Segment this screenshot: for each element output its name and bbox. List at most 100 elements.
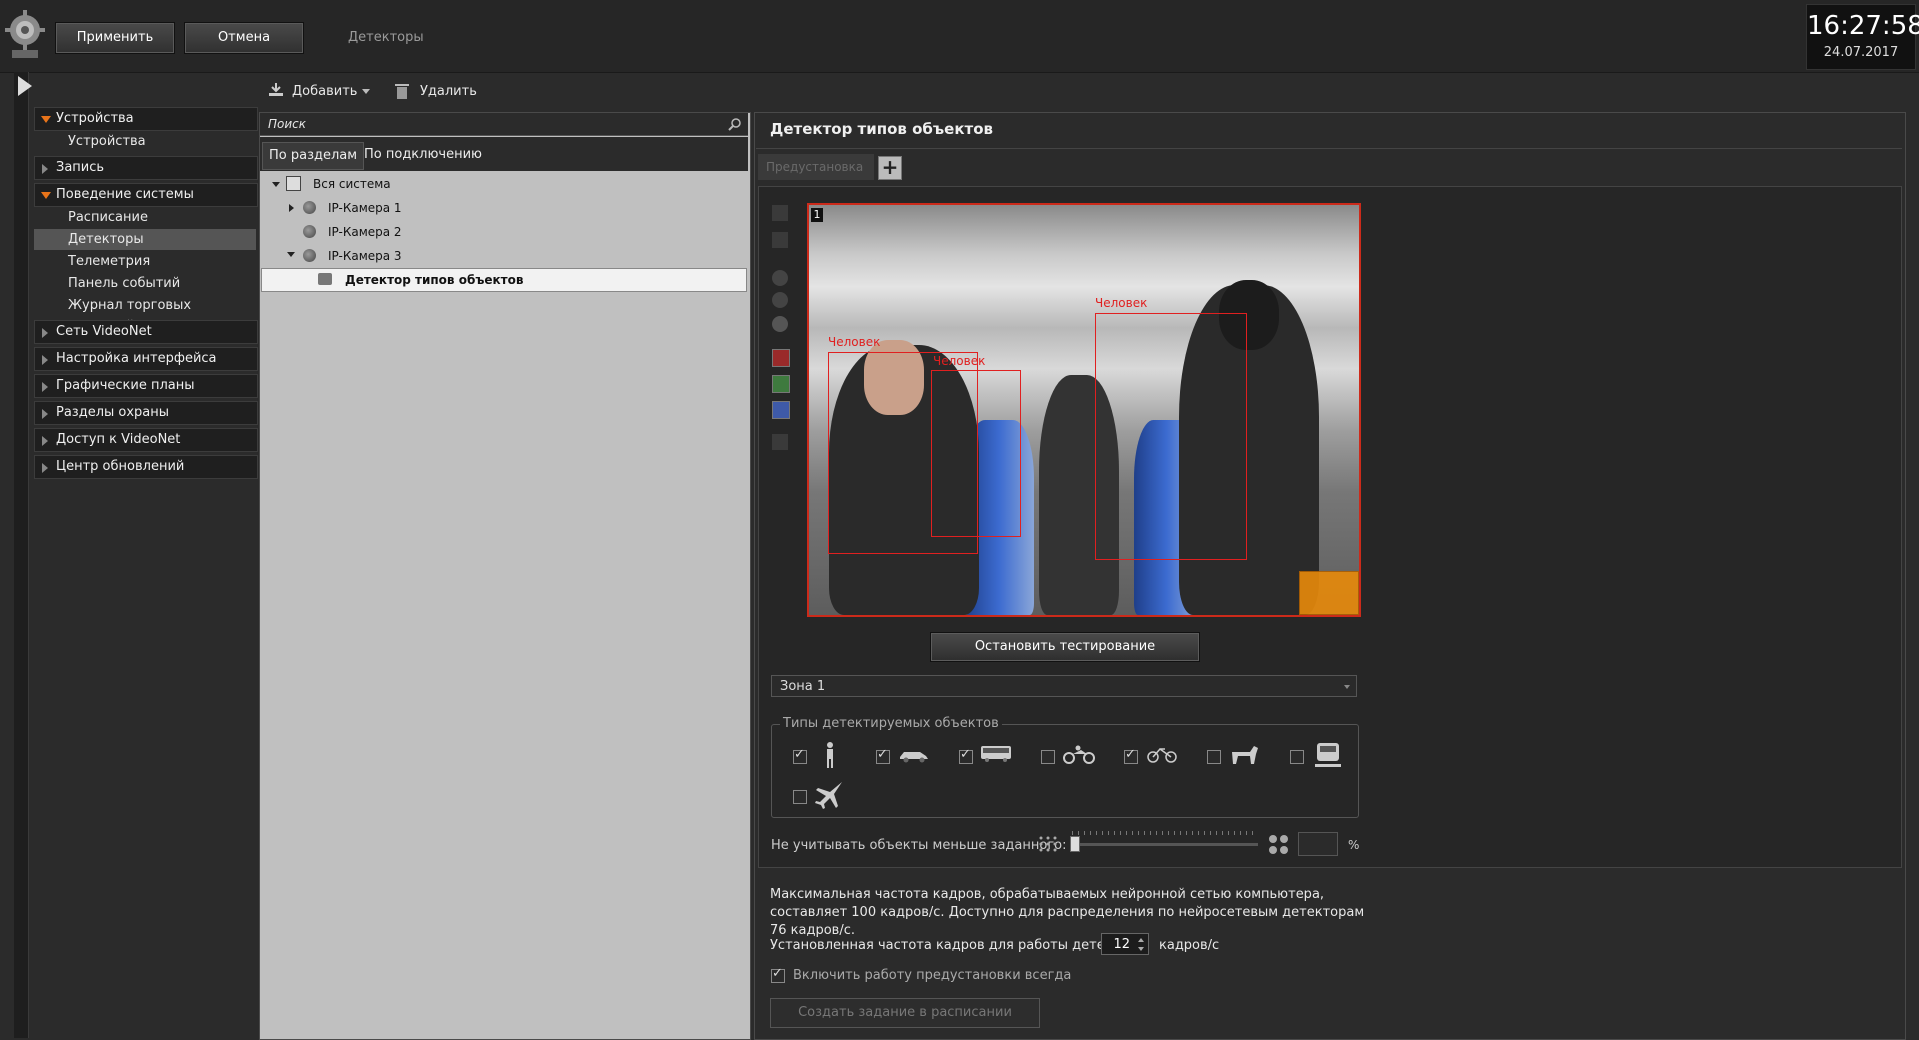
checkbox-car[interactable] xyxy=(876,747,890,764)
nav-item-devices[interactable]: Устройства xyxy=(34,131,256,152)
min-size-input[interactable] xyxy=(1298,832,1338,856)
train-icon xyxy=(1315,743,1341,767)
fill-tool-icon[interactable] xyxy=(772,316,788,332)
checkbox-dog[interactable] xyxy=(1207,750,1221,764)
green-zone-icon[interactable] xyxy=(772,375,790,393)
expand-arrow-icon[interactable] xyxy=(287,252,295,257)
collapsed-arrow-icon[interactable] xyxy=(289,204,294,212)
nav-item-telemetry[interactable]: Телеметрия xyxy=(34,251,256,272)
search-input[interactable]: Поиск xyxy=(260,113,748,136)
tool-icon-2[interactable] xyxy=(772,232,788,248)
zone-resize-handle[interactable] xyxy=(1299,571,1359,615)
nav-item-event-panel[interactable]: Панель событий xyxy=(34,273,256,294)
min-size-label: Не учитывать объекты меньше заданного: xyxy=(771,838,1067,853)
min-size-slider[interactable] xyxy=(1072,843,1258,846)
add-preset-button[interactable]: + xyxy=(878,156,902,180)
blue-zone-icon[interactable] xyxy=(772,401,790,419)
nav-section-label: Доступ к VideoNet xyxy=(56,432,181,447)
nav-item-label: Панель событий xyxy=(68,276,181,291)
circle-tool-icon[interactable] xyxy=(772,292,788,308)
chart-tool-icon[interactable] xyxy=(772,434,788,450)
nav-item-label: Детекторы xyxy=(68,232,144,247)
camera-preview[interactable]: Человек Человек Человек 1 xyxy=(807,203,1361,617)
nav-section-security-zones[interactable]: Разделы охраны xyxy=(34,401,258,425)
nav-section-recording[interactable]: Запись xyxy=(34,156,258,180)
nav-item-label: Телеметрия xyxy=(68,254,151,269)
divider xyxy=(756,148,1902,149)
checkbox-train[interactable] xyxy=(1290,750,1304,764)
nav-item-detectors[interactable]: Детекторы xyxy=(34,229,256,250)
nav-item-trade-journal[interactable]: Журнал торговых операций xyxy=(34,295,256,334)
small-dots-icon xyxy=(1039,836,1057,852)
camera-globe-icon xyxy=(303,225,316,238)
preset-tab[interactable]: Предустановка 1 xyxy=(758,154,874,200)
nav-section-system-behavior[interactable]: Поведение системы xyxy=(34,183,258,207)
checkbox-bicycle[interactable] xyxy=(1124,747,1138,764)
search-icon[interactable] xyxy=(728,117,742,131)
checkbox-bus[interactable] xyxy=(959,747,973,764)
slider-thumb[interactable] xyxy=(1070,836,1080,852)
apply-button[interactable]: Применить xyxy=(55,22,175,54)
nav-item-label: Устройства xyxy=(68,134,146,149)
zone-select[interactable]: Зона 1 xyxy=(771,675,1357,697)
object-types-legend: Типы детектируемых объектов xyxy=(780,716,1002,731)
expand-arrow-icon[interactable] xyxy=(272,182,280,187)
tree-item-object-type-detector[interactable]: Детектор типов объектов xyxy=(261,268,747,292)
collapsed-arrow-icon xyxy=(42,164,48,174)
detection-label: Человек xyxy=(1095,296,1148,310)
stop-testing-button[interactable]: Остановить тестирование xyxy=(930,632,1200,662)
fps-label: Установленная частота кадров для работы … xyxy=(770,938,1149,953)
tab-by-sections[interactable]: По разделам xyxy=(262,142,365,170)
nav-section-label: Запись xyxy=(56,160,105,175)
nav-section-devices[interactable]: Устройства xyxy=(34,107,258,131)
nav-section-graphic-plans[interactable]: Графические планы xyxy=(34,374,258,398)
chevron-down-icon xyxy=(1344,685,1350,689)
collapsed-arrow-icon xyxy=(42,409,48,419)
nav-section-label: Устройства xyxy=(56,111,134,126)
fps-stepper[interactable]: 12 xyxy=(1101,933,1149,955)
tree-item-camera-1[interactable]: IP-Камера 1 xyxy=(328,197,402,219)
nav-section-update-center[interactable]: Центр обновлений xyxy=(34,455,258,479)
trash-icon xyxy=(395,84,409,99)
nav-section-label: Центр обновлений xyxy=(56,459,185,474)
zone-select-value: Зона 1 xyxy=(780,679,826,694)
expand-panel-icon[interactable] xyxy=(18,76,32,96)
camera-globe-icon xyxy=(303,201,316,214)
checkbox-motorcycle[interactable] xyxy=(1041,750,1055,764)
rotate-icon[interactable] xyxy=(772,270,788,286)
nav-section-videonet-access[interactable]: Доступ к VideoNet xyxy=(34,428,258,452)
stepper-up-icon[interactable] xyxy=(1138,938,1144,942)
tool-icon-1[interactable] xyxy=(772,205,788,221)
nav-section-videonet-network[interactable]: Сеть VideoNet xyxy=(34,320,258,344)
tree-item-whole-system[interactable]: Вся система xyxy=(313,173,391,195)
detection-box xyxy=(931,370,1021,537)
create-schedule-task-button[interactable]: Создать задание в расписании xyxy=(770,998,1040,1028)
nav-section-interface-settings[interactable]: Настройка интерфейса xyxy=(34,347,258,371)
person-icon xyxy=(827,742,833,768)
tab-by-connection[interactable]: По подключению xyxy=(358,142,488,168)
detection-label: Человек xyxy=(933,354,986,368)
checkbox-person[interactable] xyxy=(793,747,807,764)
always-enabled-checkbox[interactable] xyxy=(771,966,785,983)
cancel-button[interactable]: Отмена xyxy=(184,22,304,54)
dropdown-arrow-icon[interactable] xyxy=(362,89,370,94)
nav-section-label: Настройка интерфейса xyxy=(56,351,217,366)
expanded-arrow-icon xyxy=(41,192,51,199)
bus-icon xyxy=(981,746,1011,762)
red-zone-icon[interactable] xyxy=(772,349,790,367)
clock-date: 24.07.2017 xyxy=(1823,45,1899,60)
detection-box xyxy=(1095,313,1247,560)
detection-label: Человек xyxy=(828,335,881,349)
collapsed-arrow-icon xyxy=(42,355,48,365)
tree-item-camera-3[interactable]: IP-Камера 3 xyxy=(328,245,402,267)
always-enabled-label: Включить работу предустановки всегда xyxy=(793,968,1072,983)
nav-item-schedule[interactable]: Расписание xyxy=(34,207,256,228)
checkbox-airplane[interactable] xyxy=(793,790,807,804)
airplane-icon xyxy=(815,782,842,809)
collapsed-arrow-icon xyxy=(42,463,48,473)
app-logo-icon xyxy=(4,6,46,62)
slider-ticks xyxy=(1072,831,1258,835)
tree-item-camera-2[interactable]: IP-Камера 2 xyxy=(328,221,402,243)
percent-label: % xyxy=(1348,838,1360,852)
stepper-down-icon[interactable] xyxy=(1138,947,1144,951)
